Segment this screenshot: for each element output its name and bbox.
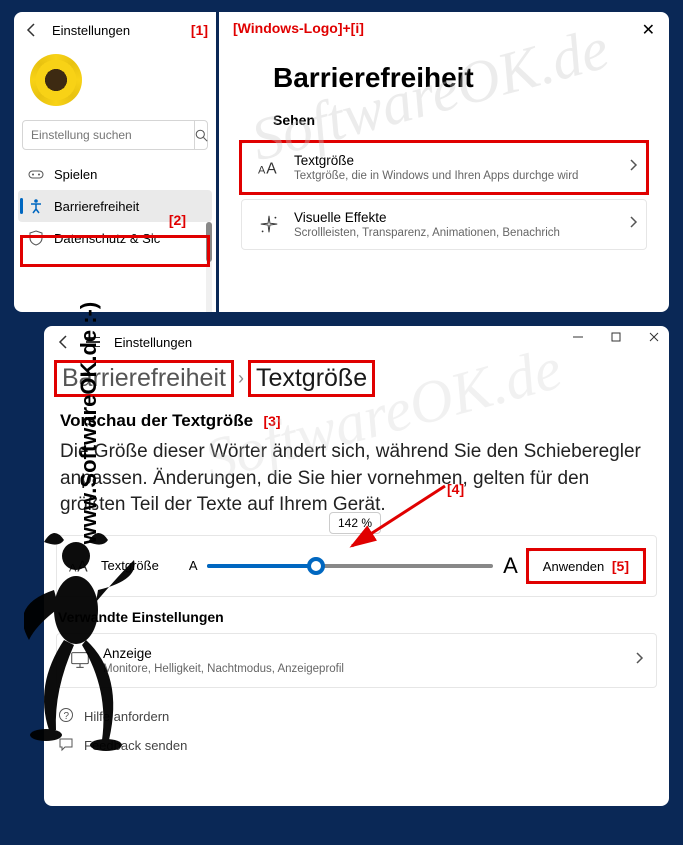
maximize-button[interactable] — [607, 330, 625, 348]
annotation-4: [4] — [447, 481, 464, 497]
card-title: Visuelle Effekte — [294, 210, 614, 225]
accessibility-icon — [28, 198, 44, 214]
gamepad-icon — [28, 166, 44, 182]
text-size-slider-card: 142 % [4] AA Textgröße A A Anwenden — [56, 535, 657, 597]
back-button[interactable] — [56, 334, 72, 350]
sidebar-item-gaming[interactable]: Spielen — [14, 158, 216, 190]
annotation-3: [3] — [263, 413, 280, 429]
chevron-right-icon — [628, 215, 638, 234]
sidebar-scrollbar[interactable] — [206, 192, 212, 302]
card-desc: Monitore, Helligkeit, Nachtmodus, Anzeig… — [103, 663, 622, 675]
card-title: Anzeige — [103, 646, 622, 661]
search-box[interactable] — [22, 120, 208, 150]
keyboard-shortcut-label: [Windows-Logo]+[i] — [233, 20, 364, 36]
settings-window-text-size: Einstellungen Barrierefreiheit › Textgrö… — [44, 326, 669, 806]
app-title: Einstellungen — [52, 23, 130, 38]
apply-button[interactable]: Anwenden [5] — [528, 550, 644, 582]
settings-window-main: Einstellungen [1] Spielen Barr — [14, 12, 669, 312]
slider-max-label: A — [503, 553, 518, 579]
annotation-1: [1] — [191, 22, 208, 38]
svg-text:A: A — [266, 160, 277, 177]
chevron-right-icon — [634, 651, 644, 670]
text-size-slider[interactable] — [207, 564, 493, 568]
breadcrumb-current: Textgröße — [250, 362, 373, 395]
sidebar-label: Datenschutz & Sic — [54, 231, 160, 246]
site-watermark-vertical: www.SoftwareOK.de :-) — [76, 301, 102, 543]
chevron-right-icon — [628, 158, 638, 177]
slider-knob[interactable] — [307, 557, 325, 575]
help-icon: ? — [58, 707, 74, 726]
monitor-icon — [69, 649, 91, 671]
minimize-button[interactable] — [569, 330, 587, 348]
annotation-box-5 — [526, 548, 646, 584]
get-help-link[interactable]: ? Hilfe anfordern — [58, 702, 669, 731]
chevron-right-icon: › — [238, 368, 244, 389]
settings-sidebar: Einstellungen [1] Spielen Barr — [14, 12, 219, 312]
close-icon[interactable]: ✕ — [642, 20, 655, 40]
text-size-icon: AA — [258, 157, 280, 179]
svg-text:?: ? — [64, 711, 70, 722]
svg-text:A: A — [69, 562, 77, 574]
breadcrumb: Barrierefreiheit › Textgröße — [56, 362, 373, 395]
card-display[interactable]: Anzeige Monitore, Helligkeit, Nachtmodus… — [56, 633, 657, 688]
search-icon[interactable] — [194, 121, 208, 149]
related-heading: Verwandte Einstellungen — [58, 609, 669, 625]
annotation-2: [2] — [169, 212, 186, 228]
sparkle-icon — [258, 214, 280, 236]
slider-min-label: A — [189, 558, 198, 573]
card-title: Textgröße — [294, 153, 614, 168]
page-title: Barrierefreiheit — [273, 62, 655, 94]
text-size-icon: AA — [69, 555, 91, 577]
shield-icon — [28, 230, 44, 246]
search-input[interactable] — [23, 128, 194, 142]
section-heading-see: Sehen — [273, 112, 655, 128]
app-title: Einstellungen — [114, 335, 192, 350]
card-desc: Scrollleisten, Transparenz, Animationen,… — [294, 227, 614, 239]
settings-content-pane: [Windows-Logo]+[i] ✕ Barrierefreiheit Se… — [219, 12, 669, 312]
feedback-link[interactable]: Feedback senden — [58, 731, 669, 760]
back-button[interactable] — [24, 22, 40, 38]
preview-body: Die Größe dieser Wörter ändert sich, wäh… — [60, 439, 653, 519]
svg-text:A: A — [258, 164, 266, 176]
feedback-icon — [58, 736, 74, 755]
card-visual-effects[interactable]: Visuelle Effekte Scrollleisten, Transpar… — [241, 199, 647, 250]
annotation-box-breadcrumb — [248, 360, 375, 397]
slider-value-tooltip: 142 % — [329, 512, 381, 534]
slider-label: Textgröße — [101, 558, 159, 573]
user-avatar[interactable] — [30, 54, 82, 106]
card-text-size[interactable]: AA Textgröße Textgröße, die in Windows u… — [241, 142, 647, 193]
card-desc: Textgröße, die in Windows und Ihren Apps… — [294, 170, 614, 182]
sidebar-label: Spielen — [54, 167, 97, 182]
close-button[interactable] — [645, 330, 663, 348]
svg-text:A: A — [77, 558, 88, 575]
sidebar-label: Barrierefreiheit — [54, 199, 139, 214]
